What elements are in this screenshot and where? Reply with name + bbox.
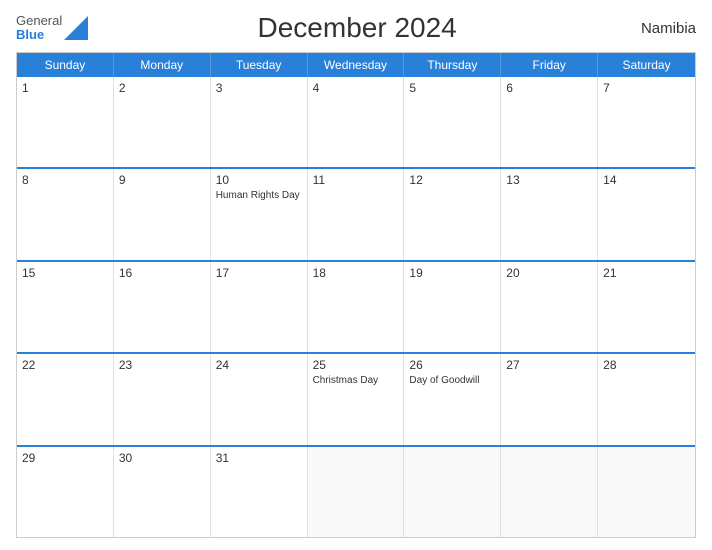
day-cell: [598, 447, 695, 537]
day-cell: 4: [308, 77, 405, 167]
day-cell: 3: [211, 77, 308, 167]
day-number: 13: [506, 173, 592, 187]
day-header-sunday: Sunday: [17, 53, 114, 77]
day-cell: 31: [211, 447, 308, 537]
day-number: 1: [22, 81, 108, 95]
day-header-monday: Monday: [114, 53, 211, 77]
country-label: Namibia: [626, 20, 696, 37]
day-cell: 27: [501, 354, 598, 444]
day-number: 3: [216, 81, 302, 95]
day-cell: 15: [17, 262, 114, 352]
calendar: SundayMondayTuesdayWednesdayThursdayFrid…: [16, 52, 696, 538]
day-headers: SundayMondayTuesdayWednesdayThursdayFrid…: [17, 53, 695, 77]
day-cell: 20: [501, 262, 598, 352]
day-number: 25: [313, 358, 399, 372]
day-number: 19: [409, 266, 495, 280]
day-number: 30: [119, 451, 205, 465]
day-number: 27: [506, 358, 592, 372]
logo-general: General: [16, 14, 62, 28]
day-number: 31: [216, 451, 302, 465]
day-cell: [404, 447, 501, 537]
day-cell: 9: [114, 169, 211, 259]
day-number: 11: [313, 173, 399, 187]
day-number: 17: [216, 266, 302, 280]
day-cell: 23: [114, 354, 211, 444]
day-cell: 17: [211, 262, 308, 352]
day-cell: 11: [308, 169, 405, 259]
day-header-thursday: Thursday: [404, 53, 501, 77]
day-number: 28: [603, 358, 690, 372]
weeks: 12345678910Human Rights Day1112131415161…: [17, 77, 695, 537]
day-number: 9: [119, 173, 205, 187]
week-row-4: 22 23 24 25 Christmas Day 26 Day of Goodwill 27…: [17, 352, 695, 444]
logo-text: General Blue: [16, 14, 62, 43]
day-number: 22: [22, 358, 108, 372]
day-cell: 19: [404, 262, 501, 352]
event-text: Christmas Day: [313, 374, 399, 387]
day-cell: 1: [17, 77, 114, 167]
day-header-saturday: Saturday: [598, 53, 695, 77]
day-cell: 2: [114, 77, 211, 167]
day-number: 6: [506, 81, 592, 95]
day-cell: 12: [404, 169, 501, 259]
calendar-title: December 2024: [88, 12, 626, 44]
day-number: 4: [313, 81, 399, 95]
day-number: 15: [22, 266, 108, 280]
logo: General Blue: [16, 14, 88, 43]
day-number: 2: [119, 81, 205, 95]
day-number: 24: [216, 358, 302, 372]
logo-blue: Blue: [16, 28, 62, 42]
day-cell: 28: [598, 354, 695, 444]
day-number: 23: [119, 358, 205, 372]
day-cell: 13: [501, 169, 598, 259]
event-text: Day of Goodwill: [409, 374, 495, 387]
day-cell: 26 Day of Goodwill: [404, 354, 501, 444]
day-number: 12: [409, 173, 495, 187]
day-cell: 5: [404, 77, 501, 167]
day-cell: 8: [17, 169, 114, 259]
day-number: 18: [313, 266, 399, 280]
week-row-5: 29 30 31: [17, 445, 695, 537]
day-cell: 7: [598, 77, 695, 167]
day-cell: 24: [211, 354, 308, 444]
day-cell: 29: [17, 447, 114, 537]
day-cell: 30: [114, 447, 211, 537]
event-text: Human Rights Day: [216, 189, 302, 202]
day-cell: 25 Christmas Day: [308, 354, 405, 444]
day-number: 21: [603, 266, 690, 280]
page: General Blue December 2024 Namibia Sunda…: [0, 0, 712, 550]
day-number: 26: [409, 358, 495, 372]
day-number: 7: [603, 81, 690, 95]
day-cell: 16: [114, 262, 211, 352]
day-number: 5: [409, 81, 495, 95]
logo-icon: [64, 16, 88, 40]
week-row-1: 1234567: [17, 77, 695, 167]
day-cell: 21: [598, 262, 695, 352]
day-number: 20: [506, 266, 592, 280]
day-number: 10: [216, 173, 302, 187]
day-cell: [501, 447, 598, 537]
day-header-tuesday: Tuesday: [211, 53, 308, 77]
day-number: 14: [603, 173, 690, 187]
day-cell: 14: [598, 169, 695, 259]
week-row-2: 89 10 Human Rights Day 11 12 13 14: [17, 167, 695, 259]
day-cell: [308, 447, 405, 537]
week-row-3: 15 16 17 18 19 20 21: [17, 260, 695, 352]
day-number: 8: [22, 173, 108, 187]
day-cell: 10 Human Rights Day: [211, 169, 308, 259]
day-cell: 22: [17, 354, 114, 444]
day-number: 16: [119, 266, 205, 280]
day-cell: 6: [501, 77, 598, 167]
header: General Blue December 2024 Namibia: [16, 12, 696, 44]
day-number: 29: [22, 451, 108, 465]
day-header-wednesday: Wednesday: [308, 53, 405, 77]
day-header-friday: Friday: [501, 53, 598, 77]
day-cell: 18: [308, 262, 405, 352]
